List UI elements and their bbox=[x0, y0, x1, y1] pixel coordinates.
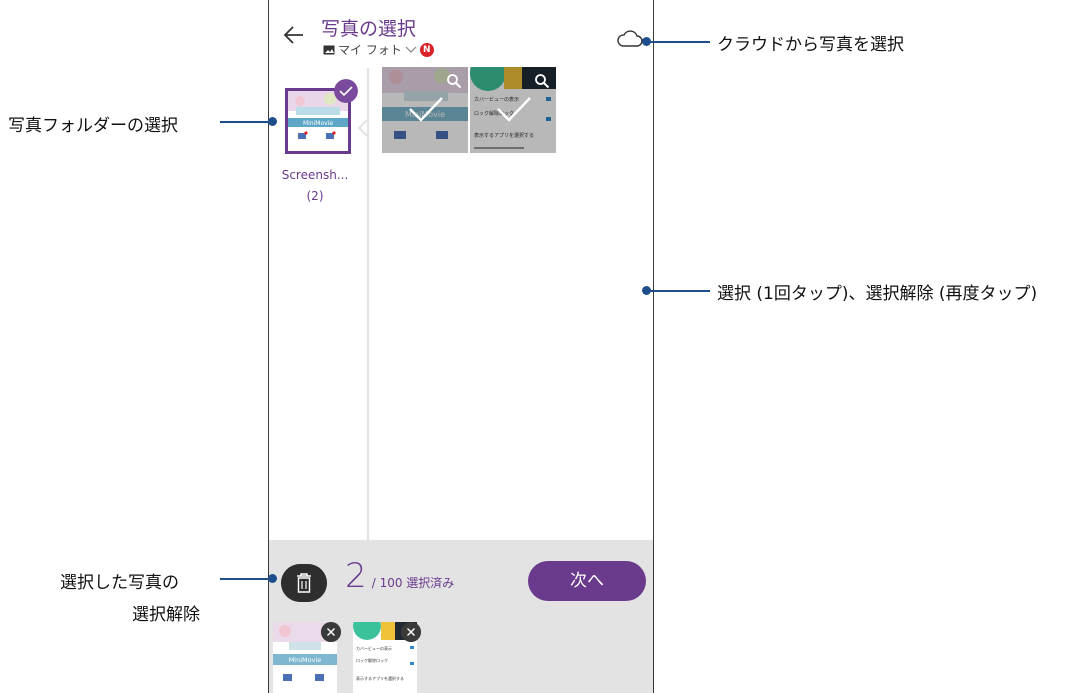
next-button[interactable]: 次へ bbox=[528, 561, 646, 601]
callout-select: 選択 (1回タップ)、選択解除 (再度タップ) bbox=[717, 284, 1038, 304]
selection-tray: 2 / 100 選択済み 次へ MiniMovie カバービューの表示 ロック解… bbox=[269, 540, 653, 693]
callout-cloud: クラウドから写真を選択 bbox=[717, 35, 904, 55]
callout-line bbox=[220, 578, 272, 580]
selection-limit: / 100 選択済み bbox=[371, 576, 455, 590]
folder-count: (2) bbox=[306, 189, 324, 203]
selected-photo[interactable]: MiniMovie bbox=[273, 622, 341, 693]
photo-thumb[interactable]: カバービューの表示 ロック解除ロック 表示するアプリを選択する bbox=[470, 67, 556, 153]
cloud-add-icon[interactable] bbox=[615, 28, 645, 50]
image-icon bbox=[323, 45, 335, 54]
album-name: マイ フォト bbox=[338, 43, 402, 57]
remove-icon[interactable] bbox=[401, 622, 421, 642]
thumb-item: ロック解除ロック bbox=[356, 657, 388, 663]
callout-deselect: 選択した写真の bbox=[60, 573, 179, 593]
callout-dot bbox=[268, 117, 277, 126]
callout-line bbox=[220, 121, 272, 123]
trash-icon[interactable] bbox=[281, 564, 327, 602]
selected-photo[interactable]: カバービューの表示 ロック解除ロック 表示するアプリを選択する bbox=[353, 622, 421, 693]
folder-label: Screensh... (2) bbox=[269, 165, 361, 207]
selection-pointer bbox=[357, 120, 368, 136]
thumb-item: 表示するアプリを選択する bbox=[356, 675, 404, 681]
callout-deselect-2: 選択解除 bbox=[132, 605, 200, 625]
zoom-icon[interactable] bbox=[446, 73, 462, 89]
notification-badge: N bbox=[419, 42, 434, 57]
back-arrow-icon[interactable] bbox=[281, 22, 307, 48]
album-selector[interactable]: マイ フォト N bbox=[323, 41, 434, 58]
callout-folder: 写真フォルダーの選択 bbox=[8, 116, 178, 136]
callout-line bbox=[647, 41, 710, 43]
remove-icon[interactable] bbox=[321, 622, 341, 642]
callout-line bbox=[647, 290, 710, 292]
callout-dot bbox=[268, 574, 277, 583]
chevron-down-icon bbox=[405, 46, 417, 53]
svg-text:MiniMovie: MiniMovie bbox=[303, 120, 333, 127]
selected-count: 2 bbox=[345, 556, 367, 596]
selection-counter: 2 / 100 選択済み bbox=[345, 556, 454, 596]
checkmark-icon bbox=[409, 97, 443, 122]
zoom-icon[interactable] bbox=[534, 73, 550, 89]
page-title: 写真の選択 bbox=[321, 18, 417, 40]
folder-check-icon bbox=[334, 79, 358, 103]
panel-divider bbox=[367, 68, 369, 563]
photo-thumb[interactable]: MiniMovie bbox=[382, 67, 468, 153]
checkmark-icon bbox=[497, 97, 531, 122]
photo-picker-screen: 写真の選択 マイ フォト N MiniMovie Screensh... (2)… bbox=[268, 0, 654, 693]
thumb-item: カバービューの表示 bbox=[356, 645, 392, 651]
folder-name: Screensh... bbox=[281, 168, 349, 182]
thumb-app-name: MiniMovie bbox=[289, 656, 322, 664]
